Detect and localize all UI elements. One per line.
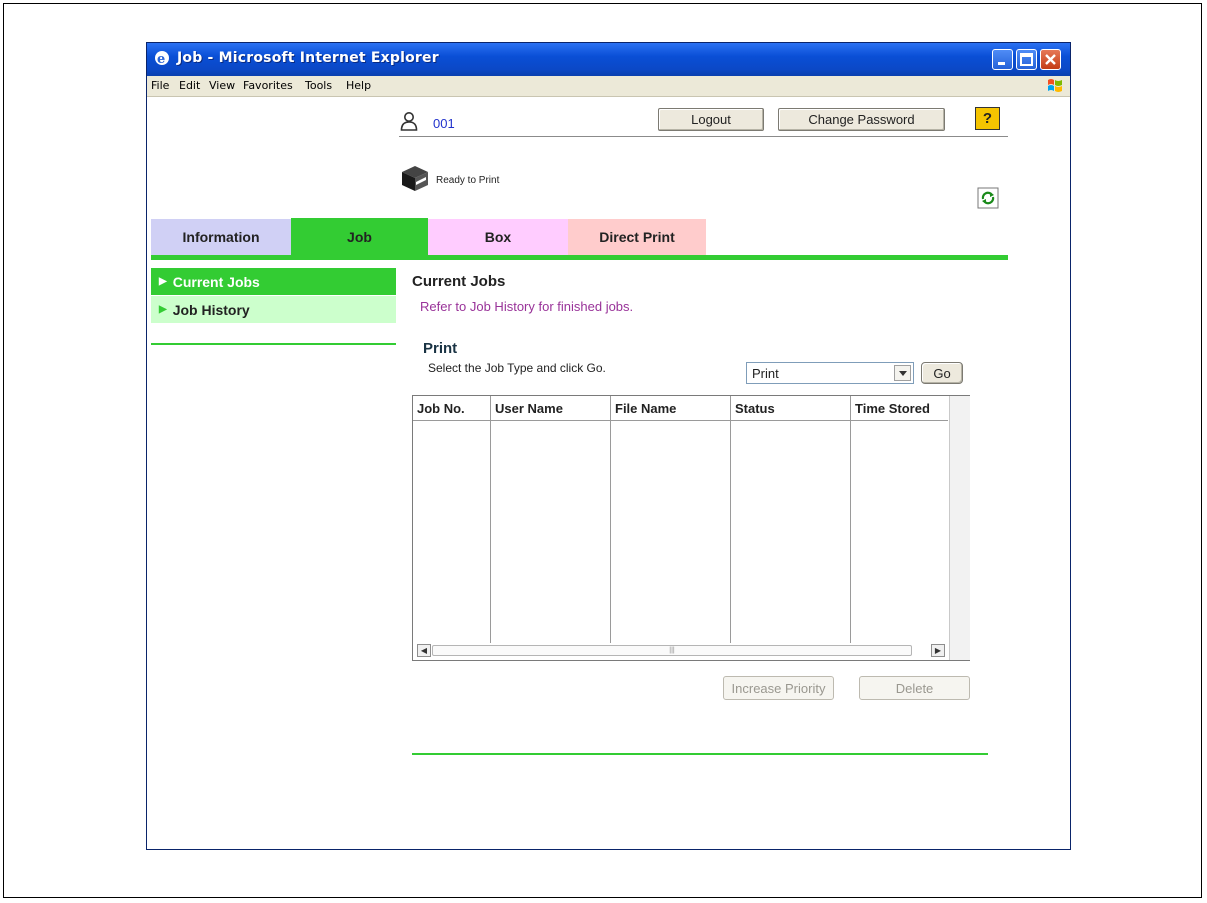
- job-type-value: Print: [752, 366, 779, 381]
- column-divider: [490, 396, 491, 643]
- printer-icon: [402, 166, 428, 191]
- go-button[interactable]: Go: [921, 362, 963, 384]
- tab-job[interactable]: Job: [291, 218, 428, 255]
- minimize-icon: [998, 62, 1005, 65]
- tab-direct-print[interactable]: Direct Print: [568, 219, 706, 255]
- sidebar-divider: [151, 343, 396, 345]
- column-divider: [850, 396, 851, 643]
- jobs-table: Job No. User Name File Name Status Time …: [412, 395, 970, 661]
- scroll-left-icon: ◀: [420, 646, 428, 655]
- column-divider: [610, 396, 611, 643]
- sidebar-item-label: Current Jobs: [172, 273, 260, 290]
- column-header-time-stored[interactable]: Time Stored: [851, 397, 948, 420]
- svg-text:e: e: [157, 52, 165, 67]
- vertical-scroll-area[interactable]: [949, 396, 970, 660]
- menu-bar: File Edit View Favorites Tools Help: [147, 76, 1070, 97]
- horizontal-scrollbar[interactable]: ◀ ||| ▶: [417, 644, 947, 658]
- menu-tools[interactable]: Tools: [305, 79, 332, 92]
- help-button[interactable]: ?: [975, 107, 1000, 130]
- content-bottom-divider: [412, 753, 988, 755]
- logout-button[interactable]: Logout: [658, 108, 764, 131]
- menu-favorites[interactable]: Favorites: [243, 79, 293, 92]
- menu-file[interactable]: File: [151, 79, 169, 92]
- scroll-thumb[interactable]: |||: [432, 645, 912, 656]
- minimize-button[interactable]: [992, 49, 1013, 70]
- maximize-icon: [1020, 53, 1033, 66]
- sidebar-item-job-history[interactable]: ▶ Job History: [151, 296, 396, 323]
- info-note: Refer to Job History for finished jobs.: [420, 299, 634, 314]
- sidebar-item-label: Job History: [172, 301, 250, 318]
- windows-logo-icon: [1048, 79, 1062, 92]
- menu-help[interactable]: Help: [346, 79, 371, 92]
- menu-view[interactable]: View: [209, 79, 235, 92]
- increase-priority-button[interactable]: Increase Priority: [723, 676, 834, 700]
- arrow-right-icon: ▶: [159, 304, 167, 315]
- header-row-divider: [413, 420, 948, 421]
- refresh-icon[interactable]: [977, 187, 999, 209]
- title-bar[interactable]: e Job - Microsoft Internet Explorer: [147, 43, 1070, 76]
- close-icon: [1045, 54, 1056, 65]
- scroll-right-button[interactable]: ▶: [931, 644, 945, 657]
- browser-window: e Job - Microsoft Internet Explorer File…: [146, 42, 1071, 850]
- column-header-status[interactable]: Status: [731, 397, 850, 420]
- dropdown-button[interactable]: [894, 365, 911, 381]
- column-header-user-name[interactable]: User Name: [491, 397, 610, 420]
- maximize-button[interactable]: [1016, 49, 1037, 70]
- tab-information[interactable]: Information: [151, 219, 291, 255]
- change-password-button[interactable]: Change Password: [778, 108, 945, 131]
- status-text: Ready to Print: [436, 175, 500, 186]
- header-divider: [399, 136, 1008, 137]
- tab-box[interactable]: Box: [428, 219, 568, 255]
- column-header-file-name[interactable]: File Name: [611, 397, 730, 420]
- delete-button[interactable]: Delete: [859, 676, 970, 700]
- menu-edit[interactable]: Edit: [179, 79, 200, 92]
- instruction-text: Select the Job Type and click Go.: [428, 361, 606, 375]
- column-header-job-no[interactable]: Job No.: [413, 397, 490, 420]
- section-title: Print: [423, 340, 458, 357]
- user-id[interactable]: 001: [433, 116, 455, 131]
- column-divider: [730, 396, 731, 643]
- user-icon: [400, 112, 418, 131]
- job-type-select[interactable]: Print: [746, 362, 914, 384]
- page-heading: Current Jobs: [412, 273, 506, 290]
- close-button[interactable]: [1040, 49, 1061, 70]
- sidebar-item-current-jobs[interactable]: ▶ Current Jobs: [151, 268, 396, 295]
- dropdown-arrow-icon: [898, 370, 907, 376]
- tab-underline: [151, 255, 1008, 260]
- scroll-right-icon: ▶: [934, 646, 942, 655]
- help-icon: ?: [982, 110, 993, 127]
- arrow-right-icon: ▶: [159, 276, 167, 287]
- scroll-left-button[interactable]: ◀: [417, 644, 431, 657]
- window-title: Job - Microsoft Internet Explorer: [177, 50, 439, 66]
- ie-icon: e: [155, 51, 169, 67]
